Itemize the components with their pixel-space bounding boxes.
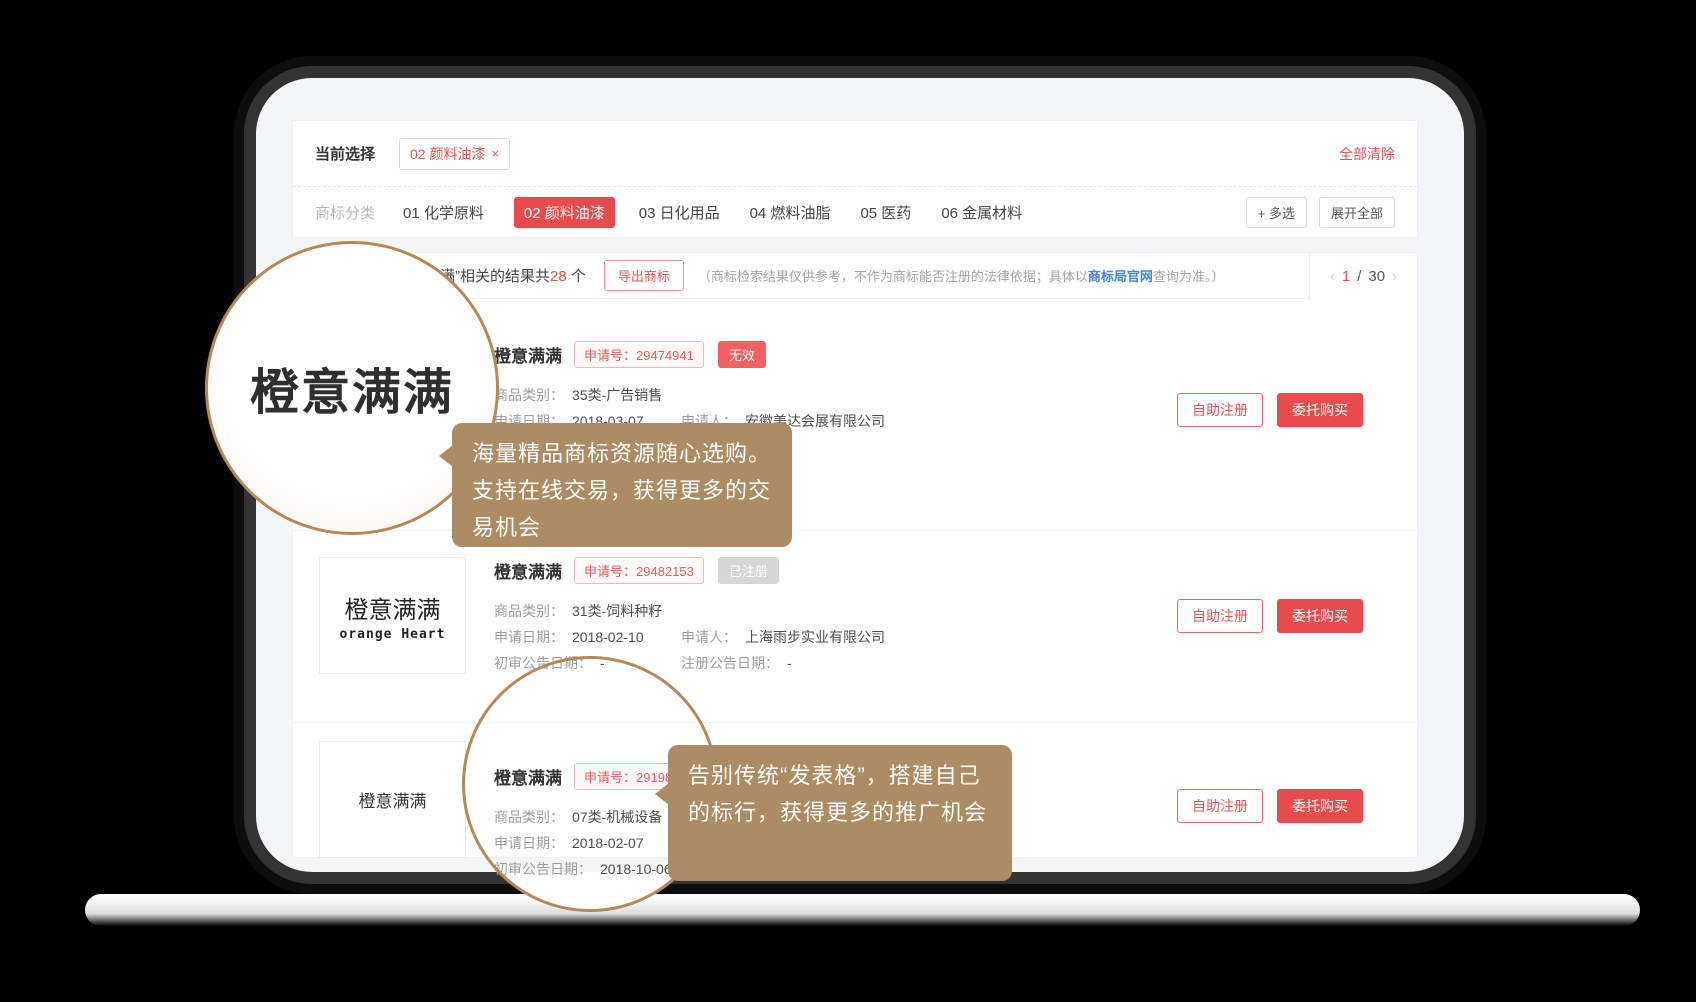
screenshot-canvas: 当前选择 02 颜料油漆 × 全部清除 商标分类 01 化学原料02 颜料油漆0… xyxy=(0,0,1696,1002)
results-count: 28 xyxy=(550,268,567,285)
trademark-image-text: 橙意满满 xyxy=(345,590,441,625)
category-item[interactable]: 02 颜料油漆 xyxy=(514,197,615,228)
category-item[interactable]: 03 日化用品 xyxy=(639,202,720,223)
row-actions: 自助注册 委托购买 xyxy=(1177,789,1363,823)
category-item[interactable]: 06 金属材料 xyxy=(941,202,1022,223)
next-page-icon[interactable]: › xyxy=(1392,268,1397,285)
selected-filter-tag[interactable]: 02 颜料油漆 × xyxy=(399,138,510,170)
trademark-image[interactable]: 橙意满满 xyxy=(319,741,466,858)
current-page: 1 xyxy=(1342,268,1350,285)
current-selection-row: 当前选择 02 颜料油漆 × 全部清除 xyxy=(293,121,1417,187)
category-row: 商标分类 01 化学原料 02 颜料油漆 03 日化用品 04 燃料油脂 05 医药 06… xyxy=(293,187,1417,238)
trademark-title-line: 橙意满满 申请号：29482153 已注册 xyxy=(494,557,885,584)
multi-select-button[interactable]: + 多选 xyxy=(1246,197,1307,228)
laptop-base xyxy=(85,894,1640,926)
prev-page-icon[interactable]: ‹ xyxy=(1330,268,1335,285)
entrust-purchase-button[interactable]: 委托购买 xyxy=(1277,393,1363,427)
field-line: 申请日期：2018-02-10申请人：上海雨步实业有限公司 xyxy=(494,624,885,650)
category-item[interactable]: 05 医药 xyxy=(860,202,911,223)
trademark-name[interactable]: 橙意满满 xyxy=(494,342,562,367)
expand-all-button[interactable]: 展开全部 xyxy=(1319,197,1395,228)
row-actions: 自助注册 委托购买 xyxy=(1177,393,1363,427)
row-actions: 自助注册 委托购买 xyxy=(1177,599,1363,633)
tooltip-promotion: 告别传统“发表格”，搭建自己的标行，获得更多的推广机会 xyxy=(668,745,1012,881)
application-number-badge: 申请号：29474941 xyxy=(574,341,704,368)
clear-all-button[interactable]: 全部清除 xyxy=(1339,144,1395,164)
export-trademark-button[interactable]: 导出商标 xyxy=(604,260,684,291)
disclaimer-text: （商标检索结果仅供参考，不作为商标能否注册的法律依据；具体以商标局官网查询为准。… xyxy=(698,266,1225,285)
status-badge: 已注册 xyxy=(718,557,779,584)
tooltip-marketplace: 海量精品商标资源随心选购。支持在线交易，获得更多的交易机会 xyxy=(452,423,792,547)
results-summary-suffix: 个 xyxy=(567,268,586,285)
category-item[interactable]: 04 燃料油脂 xyxy=(750,202,831,223)
field-line: 商品类别：31类-饲料种籽 xyxy=(494,598,885,624)
trademark-image-subtext: orange Heart xyxy=(340,627,446,642)
selected-filter-tag-label: 02 颜料油漆 xyxy=(410,144,485,164)
status-badge: 无效 xyxy=(718,341,766,368)
trademark-name[interactable]: 橙意满满 xyxy=(494,558,562,583)
magnified-trademark-text: 橙意满满 xyxy=(250,353,454,424)
category-item[interactable]: 01 化学原料 xyxy=(403,202,484,223)
total-pages: 30 xyxy=(1368,268,1385,285)
remove-tag-icon[interactable]: × xyxy=(491,146,499,161)
entrust-purchase-button[interactable]: 委托购买 xyxy=(1277,789,1363,823)
category-label: 商标分类 xyxy=(315,202,375,223)
self-register-button[interactable]: 自助注册 xyxy=(1177,789,1263,823)
current-selection-label: 当前选择 xyxy=(315,143,375,164)
self-register-button[interactable]: 自助注册 xyxy=(1177,599,1263,633)
trademark-image-text: 橙意满满 xyxy=(359,787,427,812)
self-register-button[interactable]: 自助注册 xyxy=(1177,393,1263,427)
result-row: 橙意满满 orange Heart 橙意满满 申请号：29482153 已注册 … xyxy=(293,531,1417,723)
trademark-image[interactable]: 橙意满满 orange Heart xyxy=(319,557,466,674)
application-number-badge: 申请号：29482153 xyxy=(574,557,704,584)
disclaimer-prefix: （商标检索结果仅供参考，不作为商标能否注册的法律依据；具体以 xyxy=(698,269,1088,284)
entrust-purchase-button[interactable]: 委托购买 xyxy=(1277,599,1363,633)
pagination: ‹ 1 / 30 › xyxy=(1309,253,1417,299)
trademark-office-link[interactable]: 商标局官网 xyxy=(1088,269,1153,284)
field-line: 商品类别：35类-广告销售 xyxy=(494,382,885,408)
page-separator: / xyxy=(1357,268,1361,285)
trademark-title-line: 橙意满满 申请号：29474941 无效 xyxy=(494,341,885,368)
filter-card: 当前选择 02 颜料油漆 × 全部清除 商标分类 01 化学原料02 颜料油漆0… xyxy=(292,120,1418,238)
disclaimer-suffix: 查询为准。） xyxy=(1153,269,1225,284)
category-list: 01 化学原料 02 颜料油漆 03 日化用品 04 燃料油脂 05 医药 06 金属材料 xyxy=(403,197,1052,228)
category-buttons: + 多选 展开全部 xyxy=(1246,197,1395,228)
